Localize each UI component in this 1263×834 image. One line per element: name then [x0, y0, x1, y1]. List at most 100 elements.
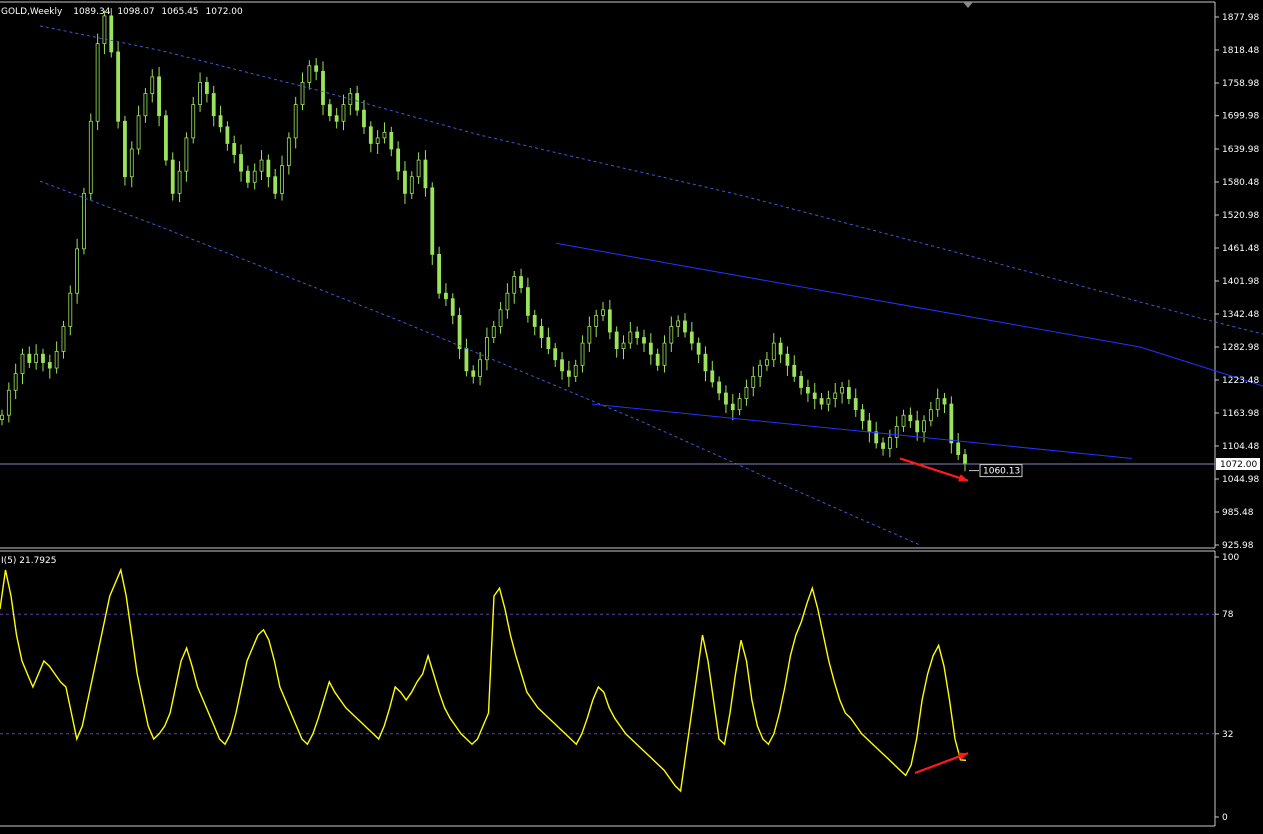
- candle-body: [908, 414, 913, 422]
- price-tick-label: 1223.48: [1222, 376, 1259, 386]
- candle-body: [922, 420, 926, 433]
- candle-body: [218, 115, 223, 128]
- candle-body: [368, 126, 373, 144]
- price-tick-label: 1104.48: [1222, 442, 1259, 452]
- price-tick-label: 985.48: [1222, 508, 1254, 518]
- candle-body: [826, 398, 831, 405]
- candle-body: [54, 351, 59, 369]
- candle-body: [758, 364, 763, 377]
- candle-body: [266, 159, 271, 178]
- candle-body: [655, 353, 660, 366]
- candle-body: [628, 331, 633, 344]
- candle-body: [68, 292, 73, 327]
- candle-body: [164, 115, 168, 161]
- price-tick-label: 1758.98: [1222, 79, 1259, 89]
- candle-body: [150, 76, 155, 94]
- price-tick-label: 1580.48: [1222, 178, 1259, 188]
- candle-body: [676, 320, 681, 327]
- candle-body: [184, 137, 189, 172]
- price-tick-label: 1877.98: [1222, 13, 1259, 23]
- candle-body: [744, 387, 749, 399]
- candle-body: [887, 436, 892, 449]
- candle-body: [314, 65, 319, 72]
- candle-body: [662, 342, 667, 366]
- candle-body: [136, 115, 141, 150]
- candle-body: [95, 43, 100, 122]
- candle-body: [860, 409, 865, 422]
- candle-body: [765, 359, 769, 366]
- candle-body: [498, 309, 503, 327]
- candle-body: [403, 170, 407, 194]
- price-tick-label: 1699.98: [1222, 112, 1259, 122]
- candle-body: [491, 326, 496, 338]
- candle-body: [416, 159, 421, 178]
- candle-body: [689, 331, 694, 344]
- candle-body: [771, 342, 776, 361]
- candle-body: [532, 314, 537, 327]
- candle-body: [334, 115, 339, 122]
- candle-body: [191, 104, 196, 139]
- candle-body: [696, 342, 701, 355]
- candle-body: [867, 420, 872, 433]
- candle-body: [594, 314, 599, 327]
- candle-body: [553, 348, 558, 361]
- price-tick-label: 1461.48: [1222, 244, 1259, 254]
- ohlc-low: 1065.45: [161, 7, 198, 17]
- chart-canvas[interactable]: 1072.00 1060.13 1877.98 1818.48 1758.98 1699…: [0, 0, 1263, 830]
- candle-body: [478, 359, 482, 377]
- candle-body: [75, 248, 80, 294]
- candle-body: [819, 398, 824, 405]
- oscillator-tick-label: 0: [1222, 813, 1228, 823]
- candle-body: [935, 398, 940, 411]
- candle-body: [116, 51, 121, 122]
- candle-body: [177, 170, 182, 194]
- candle-body: [300, 82, 305, 106]
- candle-body: [710, 370, 715, 383]
- candle-body: [157, 76, 161, 117]
- oscillator-header: I(5) 21.7925: [1, 556, 56, 566]
- candle-body: [198, 82, 202, 106]
- candle-body: [785, 353, 790, 366]
- candle-body: [293, 104, 298, 139]
- candle-body: [382, 131, 387, 139]
- candle-body: [573, 364, 578, 377]
- candle-body: [901, 414, 906, 427]
- candle-body: [949, 403, 954, 444]
- candle-body: [41, 353, 45, 363]
- last-price-label: 1072.00: [1220, 460, 1257, 470]
- candle-body: [560, 359, 564, 372]
- candle-body: [648, 342, 653, 355]
- candle-body: [812, 392, 817, 399]
- candle-body: [170, 159, 175, 194]
- candle-body: [88, 120, 93, 194]
- candle-body: [703, 353, 708, 372]
- candle-body: [683, 320, 687, 333]
- candle-body: [894, 425, 899, 438]
- candle-body: [245, 170, 250, 183]
- candle-body: [471, 370, 476, 377]
- candle-body: [621, 342, 626, 350]
- candle-body: [362, 109, 366, 128]
- candle-body: [840, 387, 844, 394]
- candle-body: [751, 375, 756, 388]
- candle-body: [444, 292, 448, 300]
- candle-body: [730, 403, 735, 411]
- candle-body: [778, 342, 783, 355]
- candle-body: [34, 353, 39, 363]
- price-tick-label: 1520.98: [1222, 211, 1259, 221]
- candle-body: [737, 398, 742, 411]
- candle-body: [956, 442, 961, 455]
- target-price-label: 1060.13: [983, 467, 1020, 477]
- chart-window[interactable]: 1072.00 1060.13 1877.98 1818.48 1758.98 1699…: [0, 0, 1263, 830]
- candle-body: [580, 342, 585, 366]
- oscillator-tick-label: 32: [1222, 730, 1233, 740]
- candle-body: [225, 126, 230, 144]
- candle-body: [485, 337, 489, 361]
- candle-body: [389, 131, 394, 150]
- candle-body: [799, 375, 803, 388]
- candle-body: [327, 104, 332, 117]
- candle-body: [792, 364, 797, 377]
- candle-body: [6, 389, 11, 416]
- candle-body: [806, 387, 810, 394]
- candle-body: [457, 314, 462, 350]
